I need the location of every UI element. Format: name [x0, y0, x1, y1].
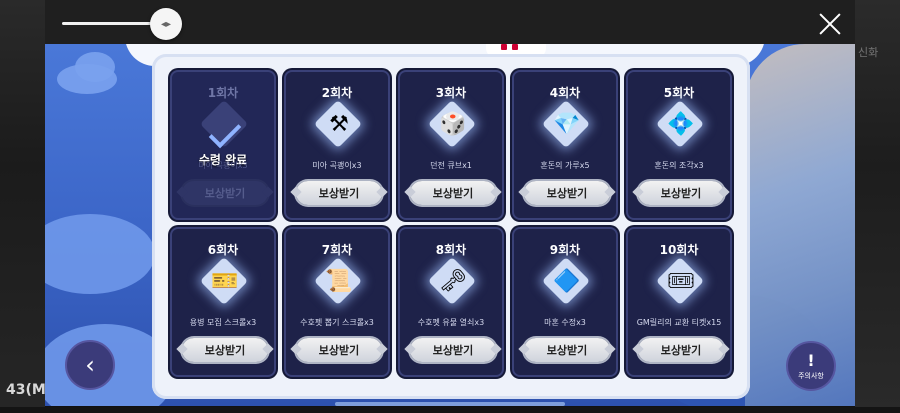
cloud: [45, 214, 155, 294]
card-title: 2회차: [321, 86, 353, 100]
chaos-powder-icon: 💎: [553, 111, 581, 137]
hud-side-text: 신화: [858, 46, 879, 59]
scroll-icon: 📜: [325, 268, 353, 294]
claim-button[interactable]: 보상받기: [296, 181, 382, 205]
reward-card-8: 8회차 🗝 수호펫 유물 열쇠x3 보상받기: [398, 227, 504, 377]
reward-card-10: 10회차 🎟 GM릴리의 교환 티켓x15 보상받기: [626, 227, 732, 377]
card-title: 5회차: [663, 86, 695, 100]
crystal-icon: 🔷: [553, 268, 581, 294]
back-button[interactable]: ‹: [65, 340, 115, 390]
card-item-name: 마혼 수정x3: [544, 318, 586, 327]
card-title: 7회차: [321, 243, 353, 257]
card-item-name: 던전 큐브x1: [430, 161, 472, 170]
reward-card-6: 6회차 🎫 용병 모집 스크롤x3 보상받기: [170, 227, 276, 377]
claim-button[interactable]: 보상받기: [524, 181, 610, 205]
cloud: [75, 52, 115, 82]
card-item-name: 혼돈의 조각x3: [654, 161, 704, 170]
claim-button[interactable]: 보상받기: [410, 181, 496, 205]
card-title: 3회차: [435, 86, 467, 100]
game-background-bottom: [0, 407, 900, 413]
card-title: 4회차: [549, 86, 581, 100]
key-icon: 🗝: [439, 268, 467, 294]
card-item-name: 수호펫 유물 열쇠x3: [417, 318, 485, 327]
card-item-name: 미아 곡괭이x3: [312, 161, 362, 170]
notice-button[interactable]: ! 주의사항: [786, 341, 836, 391]
claim-button: 보상받기: [182, 181, 268, 205]
card-item-name: GM릴리의 교환 티켓x15: [636, 318, 722, 327]
card-title: 1회차: [207, 86, 239, 100]
hud-level-text: 43(M: [6, 382, 46, 398]
notice-label: 주의사항: [798, 372, 824, 380]
chaos-fragment-icon: 💠: [667, 111, 695, 137]
opacity-slider-thumb[interactable]: ◂▸: [150, 8, 182, 40]
card-title: 10회차: [659, 243, 699, 257]
reward-card-9: 9회차 🔷 마혼 수정x3 보상받기: [512, 227, 618, 377]
scroll-ticket-icon: 🎫: [211, 268, 239, 294]
reward-card-1: 1회차 수령 완료 미아 곡괭이x3 보상받기: [170, 70, 276, 220]
card-item-name: 수호펫 뽑기 스크롤x3: [300, 318, 374, 327]
event-panel: 1회차 수령 완료 미아 곡괭이x3 보상받기 2회차 ⚒ 미아 곡괭이x3 보…: [45, 44, 855, 406]
reward-card-3: 3회차 🎲 던전 큐브x1 보상받기: [398, 70, 504, 220]
game-background-left: [0, 0, 45, 413]
claim-button[interactable]: 보상받기: [638, 181, 724, 205]
claim-button[interactable]: 보상받기: [410, 338, 496, 362]
reward-card-7: 7회차 📜 수호펫 뽑기 스크롤x3 보상받기: [284, 227, 390, 377]
chevron-left-icon: ‹: [85, 351, 95, 379]
close-button[interactable]: [815, 10, 845, 40]
claim-button[interactable]: 보상받기: [638, 338, 724, 362]
reward-card-2: 2회차 ⚒ 미아 곡괭이x3 보상받기: [284, 70, 390, 220]
dungeon-cube-icon: 🎲: [439, 111, 467, 137]
reward-grid: 1회차 수령 완료 미아 곡괭이x3 보상받기 2회차 ⚒ 미아 곡괭이x3 보…: [152, 54, 750, 399]
card-title: 9회차: [549, 243, 581, 257]
card-title: 8회차: [435, 243, 467, 257]
exchange-ticket-icon: 🎟: [667, 268, 695, 294]
claim-button[interactable]: 보상받기: [182, 338, 268, 362]
exclamation-icon: !: [807, 351, 815, 370]
card-item-name: 용병 모집 스크롤x3: [189, 318, 257, 327]
reward-card-5: 5회차 💠 혼돈의 조각x3 보상받기: [626, 70, 732, 220]
pickaxe-icon: ⚒: [329, 111, 349, 137]
game-background-right: [855, 0, 900, 413]
card-item-name: 혼돈의 가루x5: [540, 161, 590, 170]
claim-button[interactable]: 보상받기: [524, 338, 610, 362]
reward-card-4: 4회차 💎 혼돈의 가루x5 보상받기: [512, 70, 618, 220]
card-item-name: 미아 곡괭이x3: [198, 161, 248, 170]
claim-button[interactable]: 보상받기: [296, 338, 382, 362]
horizontal-scrollbar[interactable]: [335, 402, 565, 406]
card-title: 6회차: [207, 243, 239, 257]
